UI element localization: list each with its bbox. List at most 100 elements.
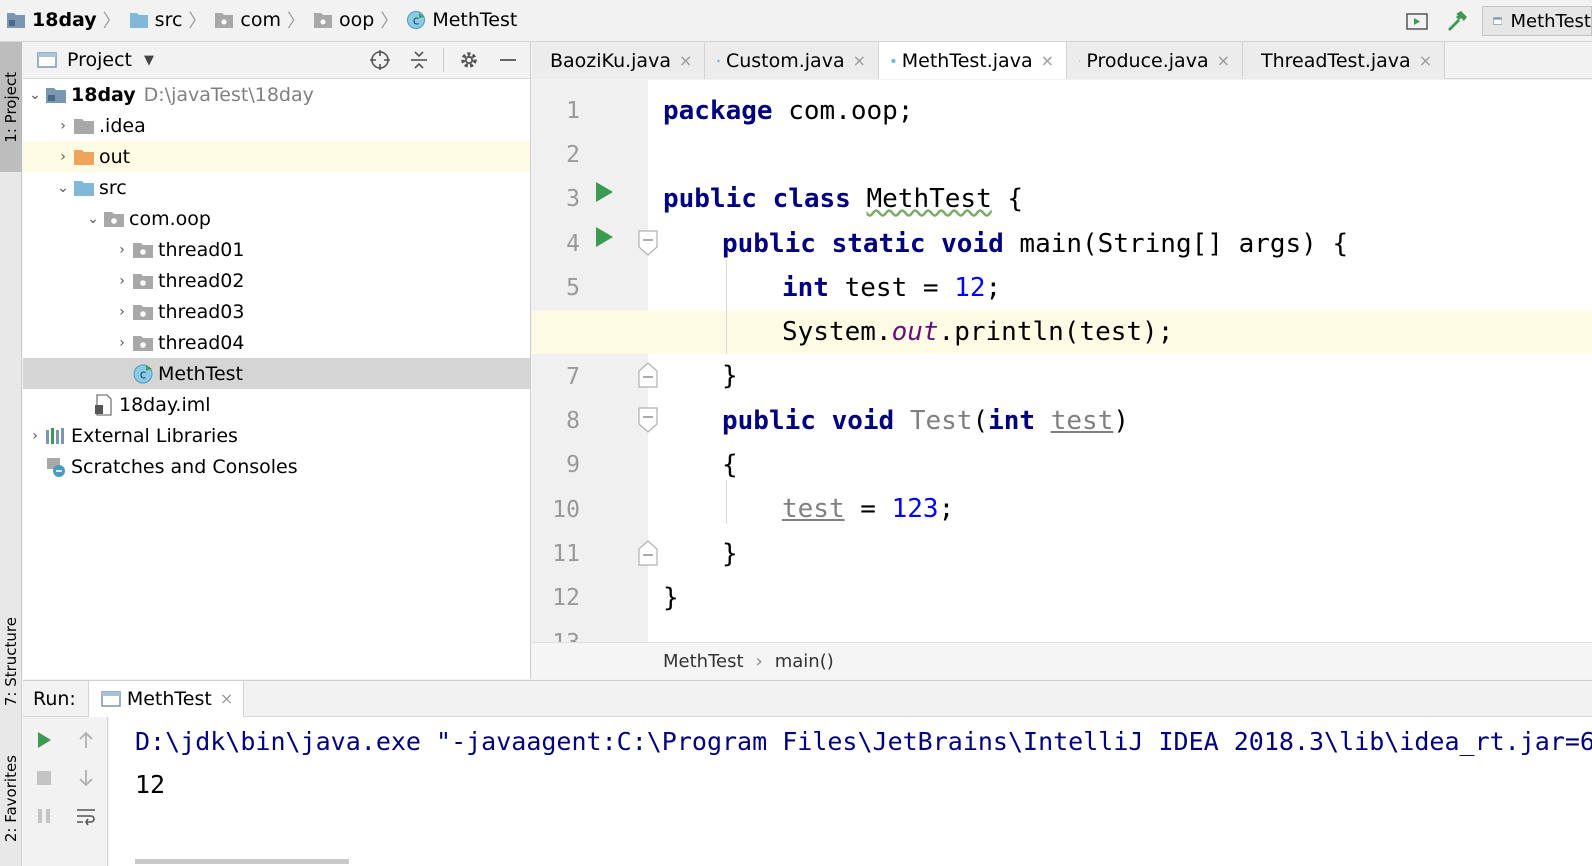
tree-item-label: 18day [71,83,136,106]
chevron-right-icon[interactable]: › [112,242,132,258]
close-icon[interactable]: × [220,689,233,708]
scroll-down-button[interactable] [73,765,99,791]
chevron-down-icon[interactable]: ⌄ [83,211,103,227]
breadcrumb-item-methtest[interactable]: c MethTest [406,0,517,40]
close-icon[interactable]: × [1041,51,1054,70]
tree-item-package[interactable]: ⌄ com.oop [23,203,530,234]
tree-item-out[interactable]: › out [23,141,530,172]
svg-text:c: c [413,14,420,28]
project-panel: Project ▼ ⌄ 18day D:\javaTest\18day › .i… [23,42,531,679]
console-output[interactable]: D:\jdk\bin\java.exe "-javaagent:C:\Progr… [109,717,1592,866]
tab-produce[interactable]: c Produce.java × [1067,42,1243,79]
soft-wrap-button[interactable] [73,803,99,829]
down-arrow-icon [79,770,93,787]
editor-breadcrumb-method[interactable]: main() [775,651,834,672]
close-icon[interactable]: × [853,51,866,70]
tree-item-external-libraries[interactable]: › External Libraries [23,420,530,451]
package-folder-icon [314,13,333,28]
folder-icon [73,116,95,136]
pause-button[interactable] [31,803,57,829]
code-editor[interactable]: 1 2 3 4 5 6 7 8 9 10 11 12 13 package co… [532,80,1592,642]
fold-open-icon[interactable] [638,230,658,256]
code-line-7: } [722,361,738,391]
breadcrumb-item-oop[interactable]: oop 〉 [313,0,406,40]
tree-item-thread04[interactable]: › thread04 [23,327,530,358]
chevron-right-icon[interactable]: › [112,273,132,289]
tree-item-iml[interactable]: 18day.iml [23,389,530,420]
line-number: 7 [566,364,580,390]
breadcrumb-item-project[interactable]: 18day 〉 [6,0,129,40]
run-configuration-selector[interactable]: MethTest [1482,6,1592,36]
chevron-down-icon[interactable]: ⌄ [53,180,73,196]
line-number: 1 [566,98,580,124]
code-line-9: { [722,450,738,480]
close-icon[interactable]: × [1217,51,1230,70]
chevron-right-icon[interactable]: › [112,335,132,351]
gear-icon [461,52,477,68]
run-icon [38,732,51,748]
rerun-button[interactable] [31,727,57,753]
fold-close-icon[interactable] [638,540,658,566]
tab-label: Produce.java [1086,49,1209,72]
tree-item-label: MethTest [158,362,243,385]
project-window-icon [37,52,57,68]
class-icon: c [891,58,896,63]
tree-item-root[interactable]: ⌄ 18day D:\javaTest\18day [23,79,530,110]
stop-button[interactable] [31,765,57,791]
collapse-all-button[interactable] [405,46,433,74]
tab-methtest[interactable]: c MethTest.java × [879,42,1067,79]
editor-gutter: 1 2 3 4 5 6 7 8 9 10 11 12 13 [532,80,658,642]
close-icon[interactable]: × [679,51,692,70]
tree-item-thread02[interactable]: › thread02 [23,265,530,296]
breadcrumb-item-com[interactable]: com 〉 [214,0,313,40]
tool-tab-project[interactable]: 1: Project [0,42,22,172]
package-folder-icon [215,13,234,28]
tree-item-thread03[interactable]: › thread03 [23,296,530,327]
horizontal-scrollbar[interactable] [135,859,349,864]
editor-breadcrumb-class[interactable]: MethTest [663,651,744,672]
chevron-right-icon: 〉 [380,11,399,32]
run-toolbar [23,717,108,866]
run-tab-methtest[interactable]: MethTest × [87,680,245,717]
hide-panel-button[interactable] [494,46,522,74]
module-file-icon [93,393,115,416]
code-line-8: public void Test(int test) [722,406,1130,436]
pause-icon [38,809,50,823]
tree-item-idea[interactable]: › .idea [23,110,530,141]
scratches-icon [45,457,67,477]
caret-down-icon[interactable]: ▼ [144,53,154,68]
tab-threadtest[interactable]: c ThreadTest.java × [1243,42,1445,79]
build-button[interactable] [1442,6,1472,36]
run-class-icon[interactable] [592,180,616,204]
project-header: Project ▼ [23,42,530,79]
breadcrumb-label: src [154,9,183,31]
chevron-right-icon[interactable]: › [53,118,73,134]
config-icon [1493,17,1503,25]
tree-item-scratches[interactable]: Scratches and Consoles [23,451,530,482]
scroll-up-button[interactable] [73,727,99,753]
tree-item-label: thread04 [158,331,245,354]
chevron-down-icon[interactable]: ⌄ [25,87,45,103]
package-icon [132,240,154,260]
run-method-icon[interactable] [592,225,616,249]
chevron-right-icon[interactable]: › [25,428,45,444]
tab-baoziku[interactable]: c BaoziKu.java × [532,42,705,79]
breadcrumb-item-src[interactable]: src 〉 [129,0,215,40]
tree-item-methtest[interactable]: c MethTest [23,358,530,389]
tab-custom[interactable]: c Custom.java × [705,42,879,79]
fold-close-icon[interactable] [638,362,658,388]
project-view-selector[interactable]: Project [67,49,132,71]
run-coverage-button[interactable] [1402,6,1432,36]
tree-item-thread01[interactable]: › thread01 [23,234,530,265]
close-icon[interactable]: × [1419,51,1432,70]
line-number: 11 [552,541,580,567]
fold-open-icon[interactable] [638,407,658,433]
chevron-right-icon[interactable]: › [53,149,73,165]
tool-tab-structure[interactable]: 7: Structure [0,582,22,742]
tree-item-label: 18day.iml [119,393,211,416]
settings-button[interactable] [455,46,483,74]
scroll-from-source-button[interactable] [366,46,394,74]
tree-item-src[interactable]: ⌄ src [23,172,530,203]
tool-tab-favorites[interactable]: 2: Favorites [0,732,22,866]
chevron-right-icon[interactable]: › [112,304,132,320]
